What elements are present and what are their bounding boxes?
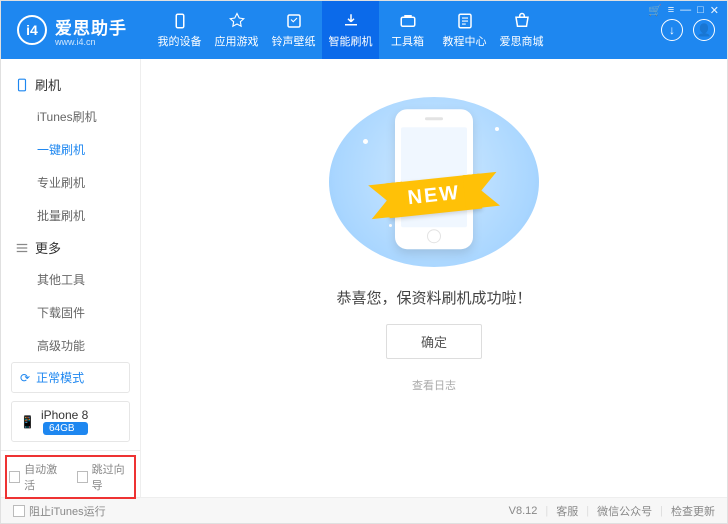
sidebar-section-more: 更多 <box>1 232 140 263</box>
success-illustration: NEW <box>329 97 539 267</box>
device-name: iPhone 8 <box>41 408 88 422</box>
refresh-icon: ⟳ <box>20 371 30 385</box>
tab-label: 应用游戏 <box>215 33 259 49</box>
logo-mark-icon: i4 <box>17 15 47 45</box>
sidebar-section-title: 更多 <box>35 238 61 257</box>
cart-icon[interactable]: 🛒 <box>648 4 662 17</box>
skip-setup-checkbox[interactable]: 跳过向导 <box>77 461 133 493</box>
list-icon <box>15 241 29 255</box>
check-update-link[interactable]: 检查更新 <box>671 503 715 519</box>
download-icon[interactable]: ↓ <box>661 19 683 41</box>
mode-indicator[interactable]: ⟳ 正常模式 <box>11 362 130 393</box>
sidebar-section-title: 刷机 <box>35 75 61 94</box>
menu-icon[interactable]: ≡ <box>668 4 674 17</box>
device-icon: 📱 <box>20 415 35 429</box>
tab-2[interactable]: 铃声壁纸 <box>265 1 322 59</box>
device-indicator[interactable]: 📱 iPhone 8 64GB <box>11 401 130 442</box>
main-panel: NEW 恭喜您，保资料刷机成功啦！ 确定 查看日志 <box>141 59 727 497</box>
version-label: V8.12 <box>509 505 538 517</box>
tab-icon <box>170 12 190 30</box>
sidebar-item[interactable]: iTunes刷机 <box>1 100 140 133</box>
header-actions: ↓ 👤 <box>661 19 715 41</box>
sidebar-item[interactable]: 高级功能 <box>1 329 140 362</box>
option-checkboxes: 自动激活 跳过向导 <box>1 450 140 503</box>
window-controls: 🛒 ≡ — □ ✕ <box>648 4 719 17</box>
maximize-button[interactable]: □ <box>697 4 704 17</box>
tab-label: 爱思商城 <box>500 33 544 49</box>
main-tabs: 我的设备应用游戏铃声壁纸智能刷机 工具箱 教程中心爱思商城 <box>151 1 550 59</box>
sidebar-item[interactable]: 下载固件 <box>1 296 140 329</box>
sidebar-section-flash: 刷机 <box>1 69 140 100</box>
tab-icon <box>227 12 247 30</box>
view-log-link[interactable]: 查看日志 <box>412 377 456 393</box>
sidebar: 刷机 iTunes刷机一键刷机专业刷机批量刷机 更多 其他工具下载固件高级功能 … <box>1 59 141 497</box>
mode-label: 正常模式 <box>36 369 84 386</box>
tab-6[interactable]: 爱思商城 <box>493 1 550 59</box>
confirm-button[interactable]: 确定 <box>386 324 482 359</box>
tab-0[interactable]: 我的设备 <box>151 1 208 59</box>
tab-icon <box>455 12 475 30</box>
block-itunes-checkbox[interactable]: 阻止iTunes运行 <box>13 503 106 519</box>
device-storage-badge: 64GB <box>43 422 88 435</box>
tab-3[interactable]: 智能刷机 <box>322 1 379 59</box>
app-url: www.i4.cn <box>55 37 127 47</box>
minimize-button[interactable]: — <box>680 4 691 17</box>
close-button[interactable]: ✕ <box>710 4 719 17</box>
tab-1[interactable]: 应用游戏 <box>208 1 265 59</box>
sidebar-item[interactable]: 批量刷机 <box>1 199 140 232</box>
tab-icon <box>398 12 418 30</box>
wechat-link[interactable]: 微信公众号 <box>597 503 652 519</box>
tab-label: 铃声壁纸 <box>272 33 316 49</box>
tab-icon <box>284 12 304 30</box>
user-icon[interactable]: 👤 <box>693 19 715 41</box>
tab-icon <box>341 12 361 30</box>
auto-activate-checkbox[interactable]: 自动激活 <box>9 461 65 493</box>
sidebar-item[interactable]: 一键刷机 <box>1 133 140 166</box>
sidebar-item[interactable]: 专业刷机 <box>1 166 140 199</box>
app-title: 爱思助手 <box>55 19 127 38</box>
phone-icon <box>15 78 29 92</box>
body: 刷机 iTunes刷机一键刷机专业刷机批量刷机 更多 其他工具下载固件高级功能 … <box>1 59 727 497</box>
tab-4[interactable]: 工具箱 <box>379 1 436 59</box>
app-window: 🛒 ≡ — □ ✕ i4 爱思助手 www.i4.cn 我的设备应用游戏铃声壁纸… <box>0 0 728 524</box>
success-message: 恭喜您，保资料刷机成功啦！ <box>336 287 531 308</box>
tab-label: 工具箱 <box>391 33 424 49</box>
tab-label: 智能刷机 <box>329 33 373 49</box>
tab-5[interactable]: 教程中心 <box>436 1 493 59</box>
sidebar-item[interactable]: 其他工具 <box>1 263 140 296</box>
tab-label: 教程中心 <box>443 33 487 49</box>
tab-label: 我的设备 <box>158 33 202 49</box>
app-logo: i4 爱思助手 www.i4.cn <box>17 14 127 47</box>
support-link[interactable]: 客服 <box>556 503 578 519</box>
tab-icon <box>512 12 532 30</box>
titlebar: 🛒 ≡ — □ ✕ i4 爱思助手 www.i4.cn 我的设备应用游戏铃声壁纸… <box>1 1 727 59</box>
